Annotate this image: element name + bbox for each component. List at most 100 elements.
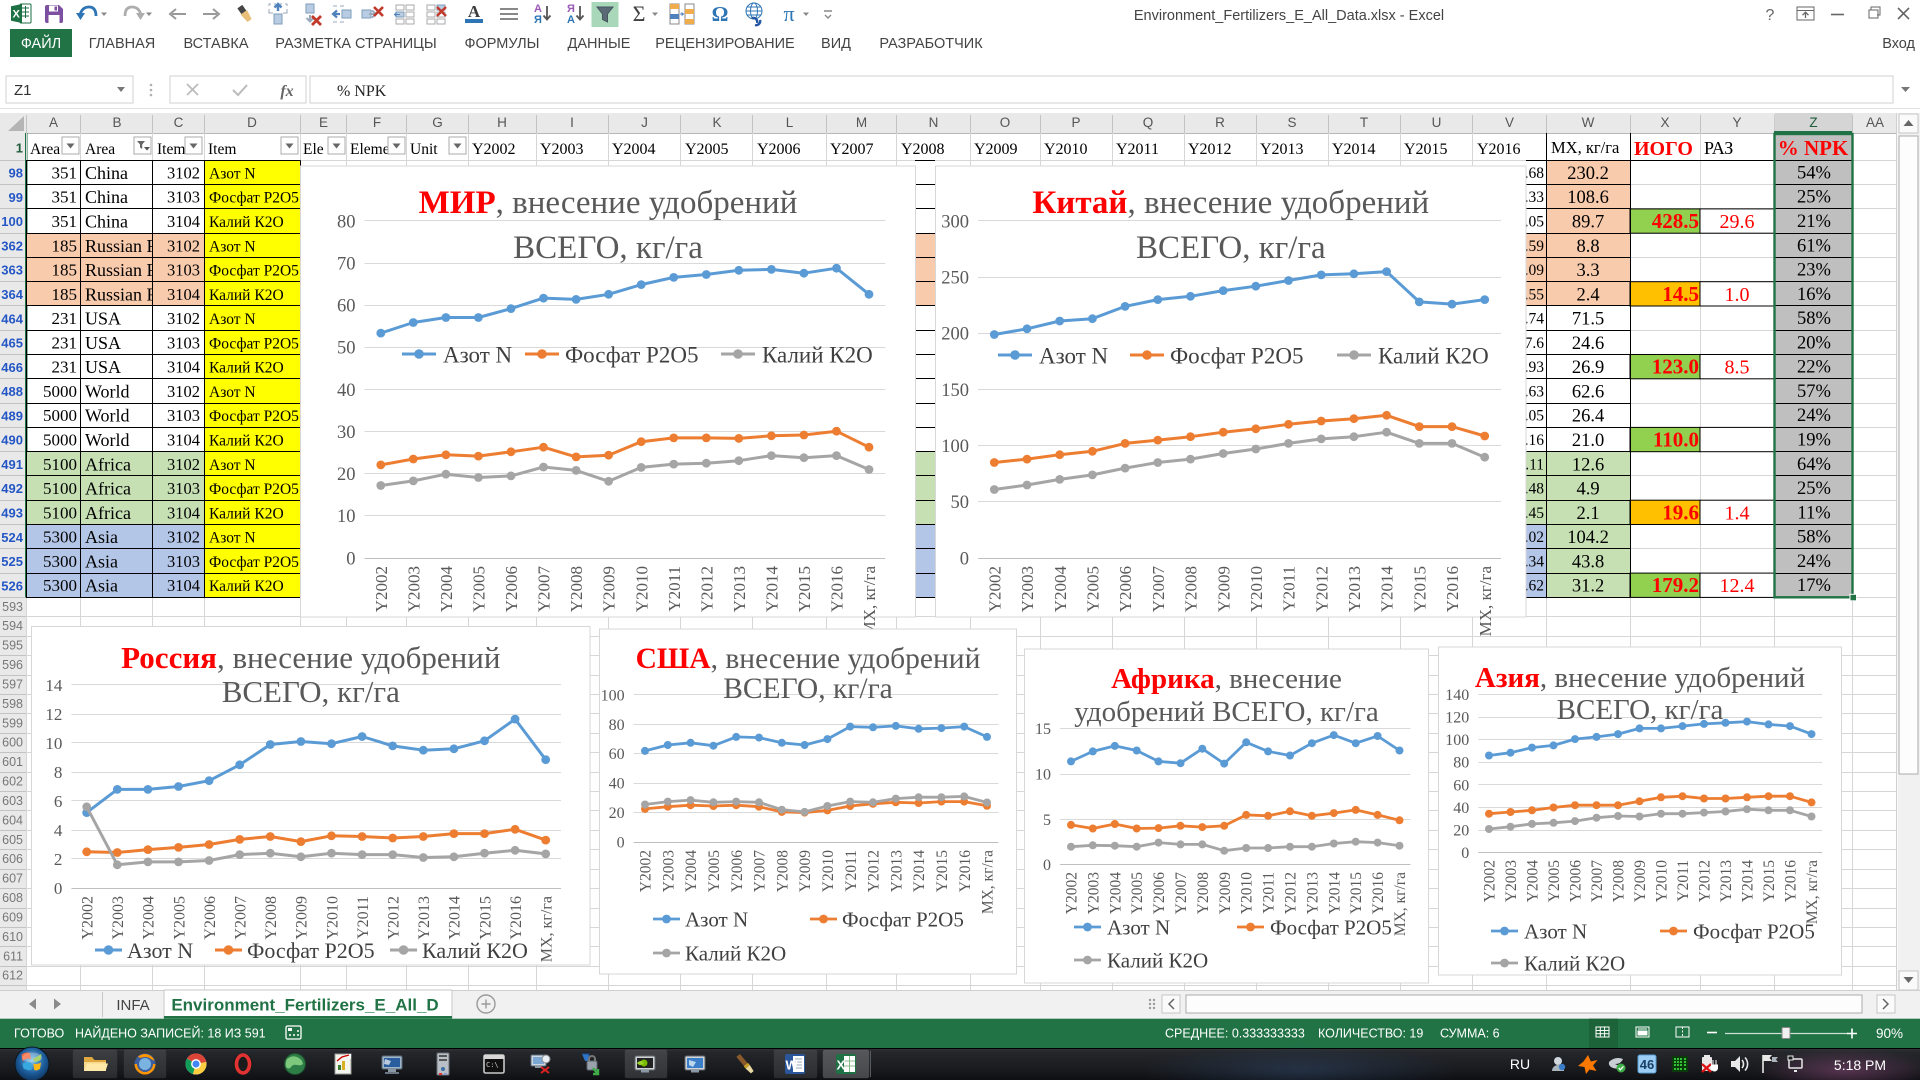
svg-text:5300: 5300 (43, 528, 77, 547)
svg-text:5100: 5100 (43, 503, 77, 522)
svg-text:351: 351 (52, 212, 78, 231)
svg-text:Азот N: Азот N (1524, 920, 1587, 944)
svg-text:Ω: Ω (712, 2, 729, 26)
svg-text:РАЗРАБОТЧИК: РАЗРАБОТЧИК (879, 36, 983, 52)
svg-text:3103: 3103 (167, 333, 200, 352)
svg-text:Y2012: Y2012 (1312, 566, 1331, 612)
svg-text:.68: .68 (1525, 165, 1545, 182)
svg-text:Y2007: Y2007 (752, 850, 769, 892)
svg-text:594: 594 (2, 619, 23, 633)
svg-text:Y2013: Y2013 (1260, 141, 1304, 158)
svg-text:603: 603 (2, 794, 23, 808)
svg-text:6: 6 (54, 792, 63, 811)
svg-text:Y2012: Y2012 (866, 850, 883, 892)
svg-text:F: F (373, 115, 381, 130)
svg-text:Калий К2О: Калий К2О (1107, 949, 1208, 973)
svg-text:T: T (1360, 115, 1368, 130)
svg-text:46: 46 (1640, 1057, 1654, 1072)
svg-text:Фосфат P2O5: Фосфат P2O5 (1270, 916, 1392, 940)
svg-text:Y2009: Y2009 (1632, 860, 1649, 902)
svg-text:26.4: 26.4 (1572, 407, 1604, 427)
svg-text:612: 612 (2, 969, 23, 983)
svg-text:Y2002: Y2002 (80, 896, 97, 940)
svg-text:Y2015: Y2015 (477, 896, 494, 940)
svg-text:3103: 3103 (167, 188, 200, 207)
svg-text:Y2013: Y2013 (730, 566, 749, 612)
svg-text:Area: Area (30, 141, 60, 158)
svg-text:ГОТОВО: ГОТОВО (14, 1027, 65, 1041)
svg-text:РАЗ: РАЗ (1704, 138, 1733, 158)
svg-text:Y2003: Y2003 (1018, 566, 1037, 612)
svg-text:.74: .74 (1525, 311, 1545, 328)
svg-text:Фосфат P2O5: Фосфат P2O5 (247, 938, 375, 963)
svg-text:5000: 5000 (43, 382, 77, 401)
svg-text:World: World (85, 430, 130, 450)
svg-text:Азот N: Азот N (1107, 916, 1170, 940)
svg-text:231: 231 (52, 358, 78, 377)
svg-text:Азот N: Азот N (1039, 343, 1109, 368)
svg-text:Y2010: Y2010 (632, 566, 651, 612)
svg-text:464: 464 (1, 311, 23, 326)
svg-text:80: 80 (609, 717, 625, 734)
svg-text:Y2005: Y2005 (171, 896, 188, 940)
svg-text:Калий К2О: Калий К2О (209, 433, 284, 450)
svg-text:.05: .05 (1525, 408, 1545, 425)
svg-text:ВСЕГО, кг/га: ВСЕГО, кг/га (723, 673, 893, 705)
svg-text:H: H (497, 115, 507, 130)
svg-text:Z: Z (1809, 115, 1817, 130)
svg-text:21.0: 21.0 (1572, 431, 1604, 451)
svg-text:491: 491 (1, 457, 23, 472)
svg-text:60: 60 (1453, 777, 1469, 794)
svg-text:Азот N: Азот N (209, 238, 256, 255)
svg-text:.63: .63 (1525, 384, 1545, 401)
svg-text:70: 70 (337, 254, 356, 274)
svg-text:100: 100 (1445, 732, 1469, 749)
svg-text:Y2009: Y2009 (1217, 872, 1234, 914)
svg-text:Китай, внесение удобрений: Китай, внесение удобрений (1032, 185, 1429, 221)
svg-text:.05: .05 (1525, 214, 1545, 231)
svg-text:Фосфат P2O5: Фосфат P2O5 (842, 908, 964, 932)
svg-text:Азот N: Азот N (443, 342, 513, 367)
svg-text:89.7: 89.7 (1572, 213, 1604, 233)
svg-text:Y2015: Y2015 (934, 850, 951, 892)
svg-text:Q: Q (1143, 115, 1154, 130)
svg-text:22%: 22% (1797, 358, 1831, 378)
svg-text:104.2: 104.2 (1567, 528, 1609, 548)
svg-text:Y2002: Y2002 (638, 850, 655, 892)
svg-text:.11: .11 (1525, 456, 1544, 473)
svg-text:.09: .09 (1525, 262, 1545, 279)
svg-text:N: N (929, 115, 939, 130)
svg-text:12.4: 12.4 (1720, 575, 1755, 597)
svg-text:230.2: 230.2 (1567, 164, 1609, 184)
svg-text:Area: Area (85, 141, 115, 158)
svg-text:Y2011: Y2011 (843, 850, 860, 892)
svg-text:fx: fx (280, 83, 293, 100)
svg-text:USA: USA (85, 333, 121, 353)
svg-text:Y2010: Y2010 (1044, 141, 1088, 158)
svg-text:Y2007: Y2007 (830, 141, 874, 158)
svg-text:Y2005: Y2005 (685, 141, 729, 158)
svg-text:Y2003: Y2003 (404, 566, 423, 612)
svg-text:W: W (786, 1058, 799, 1073)
svg-text:K: K (712, 115, 721, 130)
svg-text:ИОГО: ИОГО (1634, 138, 1693, 160)
svg-text:100: 100 (601, 687, 625, 704)
svg-text:50: 50 (337, 339, 356, 359)
svg-text:80: 80 (337, 212, 356, 232)
svg-text:ВСТАВКА: ВСТАВКА (183, 36, 248, 52)
svg-text:Азот N: Азот N (209, 311, 256, 328)
svg-text:Y2006: Y2006 (502, 566, 521, 612)
svg-text:71.5: 71.5 (1572, 310, 1604, 330)
svg-text:Азия, внесение удобрений: Азия, внесение удобрений (1475, 662, 1805, 694)
svg-text:5000: 5000 (43, 406, 77, 425)
svg-text:58%: 58% (1797, 309, 1831, 329)
svg-text:Y2014: Y2014 (1740, 860, 1757, 902)
svg-text:Y2012: Y2012 (697, 566, 716, 612)
svg-text:S: S (1287, 115, 1296, 130)
svg-text:МХ, кг/га: МХ, кг/га (1804, 860, 1821, 924)
svg-text:Азот N: Азот N (209, 384, 256, 401)
svg-text:МИР, внесение удобрений: МИР, внесение удобрений (419, 185, 798, 221)
svg-text:Y2002: Y2002 (472, 141, 516, 158)
svg-text:8.8: 8.8 (1576, 237, 1599, 257)
svg-text:Y2010: Y2010 (324, 896, 341, 940)
